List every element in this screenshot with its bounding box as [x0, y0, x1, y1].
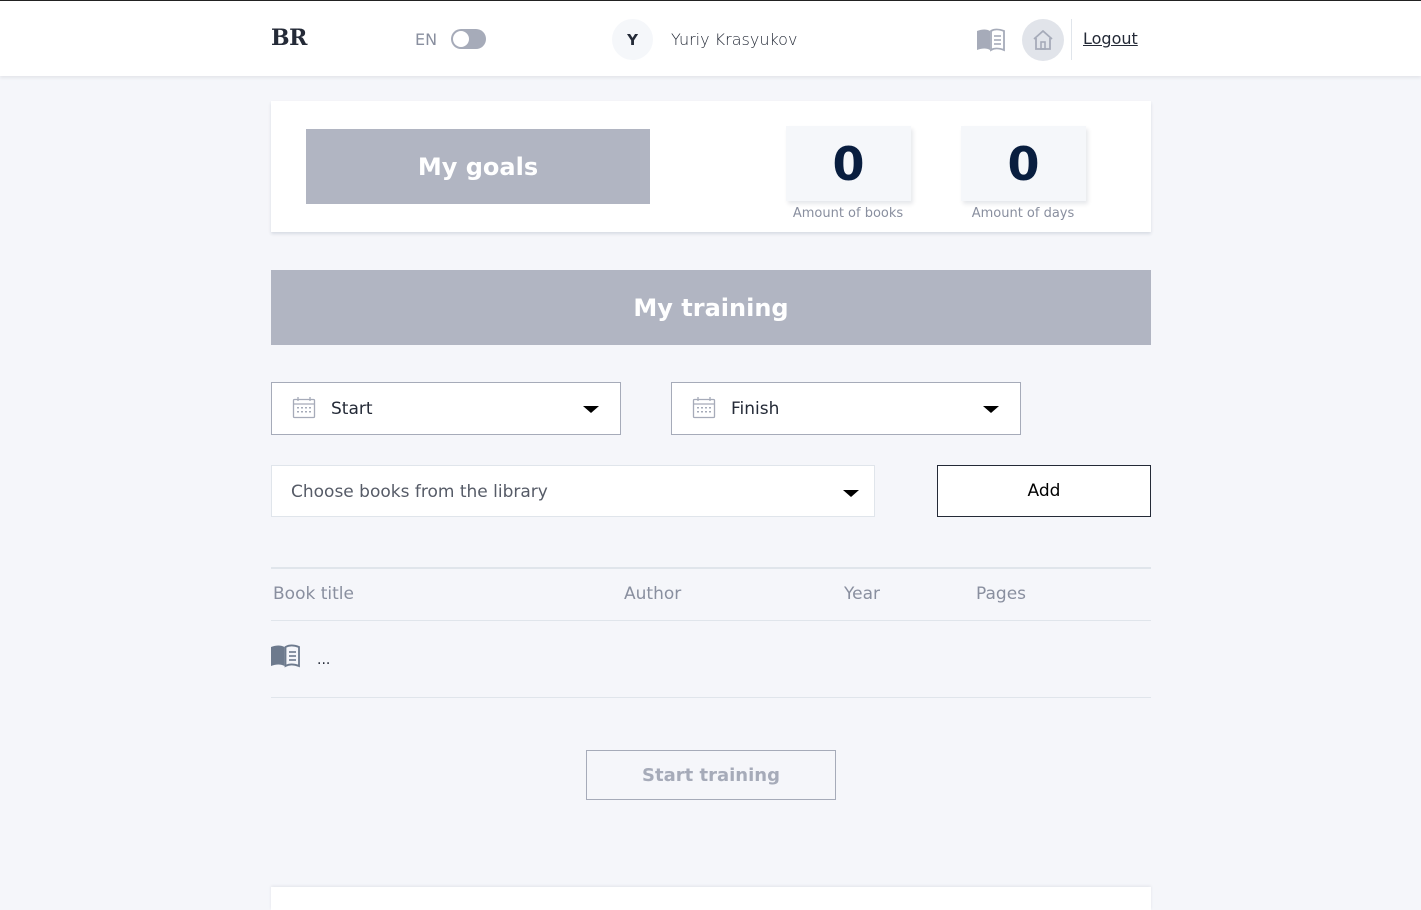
book-select[interactable]: Choose books from the library: [271, 465, 875, 517]
start-date-picker[interactable]: Start: [271, 382, 621, 435]
column-header-author: Author: [624, 584, 682, 604]
chevron-down-icon: [583, 406, 599, 413]
empty-row-placeholder: ...: [317, 652, 331, 668]
toggle-knob: [453, 31, 469, 47]
table-header-divider: [271, 620, 1151, 621]
books-count-label: Amount of books: [792, 206, 904, 221]
goals-card: My goals 0 Amount of books 0 Amount of d…: [271, 101, 1151, 232]
finish-date-picker[interactable]: Finish: [671, 382, 1021, 435]
app-logo[interactable]: BR: [271, 25, 307, 51]
column-header-pages: Pages: [976, 584, 1027, 604]
header-divider: [1071, 19, 1072, 60]
calendar-icon: [292, 397, 316, 419]
add-book-button[interactable]: Add: [937, 465, 1151, 517]
column-header-title: Book title: [273, 584, 354, 604]
home-icon: [1033, 30, 1053, 50]
home-button[interactable]: [1022, 19, 1064, 61]
calendar-icon: [692, 397, 716, 419]
language-toggle[interactable]: [451, 29, 486, 49]
user-name: Yuriy Krasyukov: [671, 30, 798, 49]
column-header-year: Year: [844, 584, 880, 604]
days-count-label: Amount of days: [971, 206, 1075, 221]
training-title: My training: [271, 270, 1151, 345]
app-header: BR EN Y Yuriy Krasyukov Logout: [0, 1, 1421, 76]
table-top-divider: [271, 567, 1151, 569]
chevron-down-icon: [843, 490, 859, 497]
start-training-button[interactable]: Start training: [586, 750, 836, 800]
book-select-placeholder: Choose books from the library: [291, 482, 548, 502]
book-icon: [271, 644, 300, 668]
bottom-card: [271, 887, 1151, 910]
table-bottom-divider: [271, 697, 1151, 698]
avatar: Y: [612, 19, 653, 60]
finish-date-label: Finish: [731, 399, 780, 419]
library-icon[interactable]: [976, 28, 1005, 52]
goals-title: My goals: [306, 129, 650, 204]
language-label: EN: [415, 30, 438, 49]
days-count: 0: [961, 126, 1086, 201]
start-date-label: Start: [331, 399, 373, 419]
books-count: 0: [786, 126, 911, 201]
logout-link[interactable]: Logout: [1083, 29, 1138, 48]
chevron-down-icon: [983, 406, 999, 413]
